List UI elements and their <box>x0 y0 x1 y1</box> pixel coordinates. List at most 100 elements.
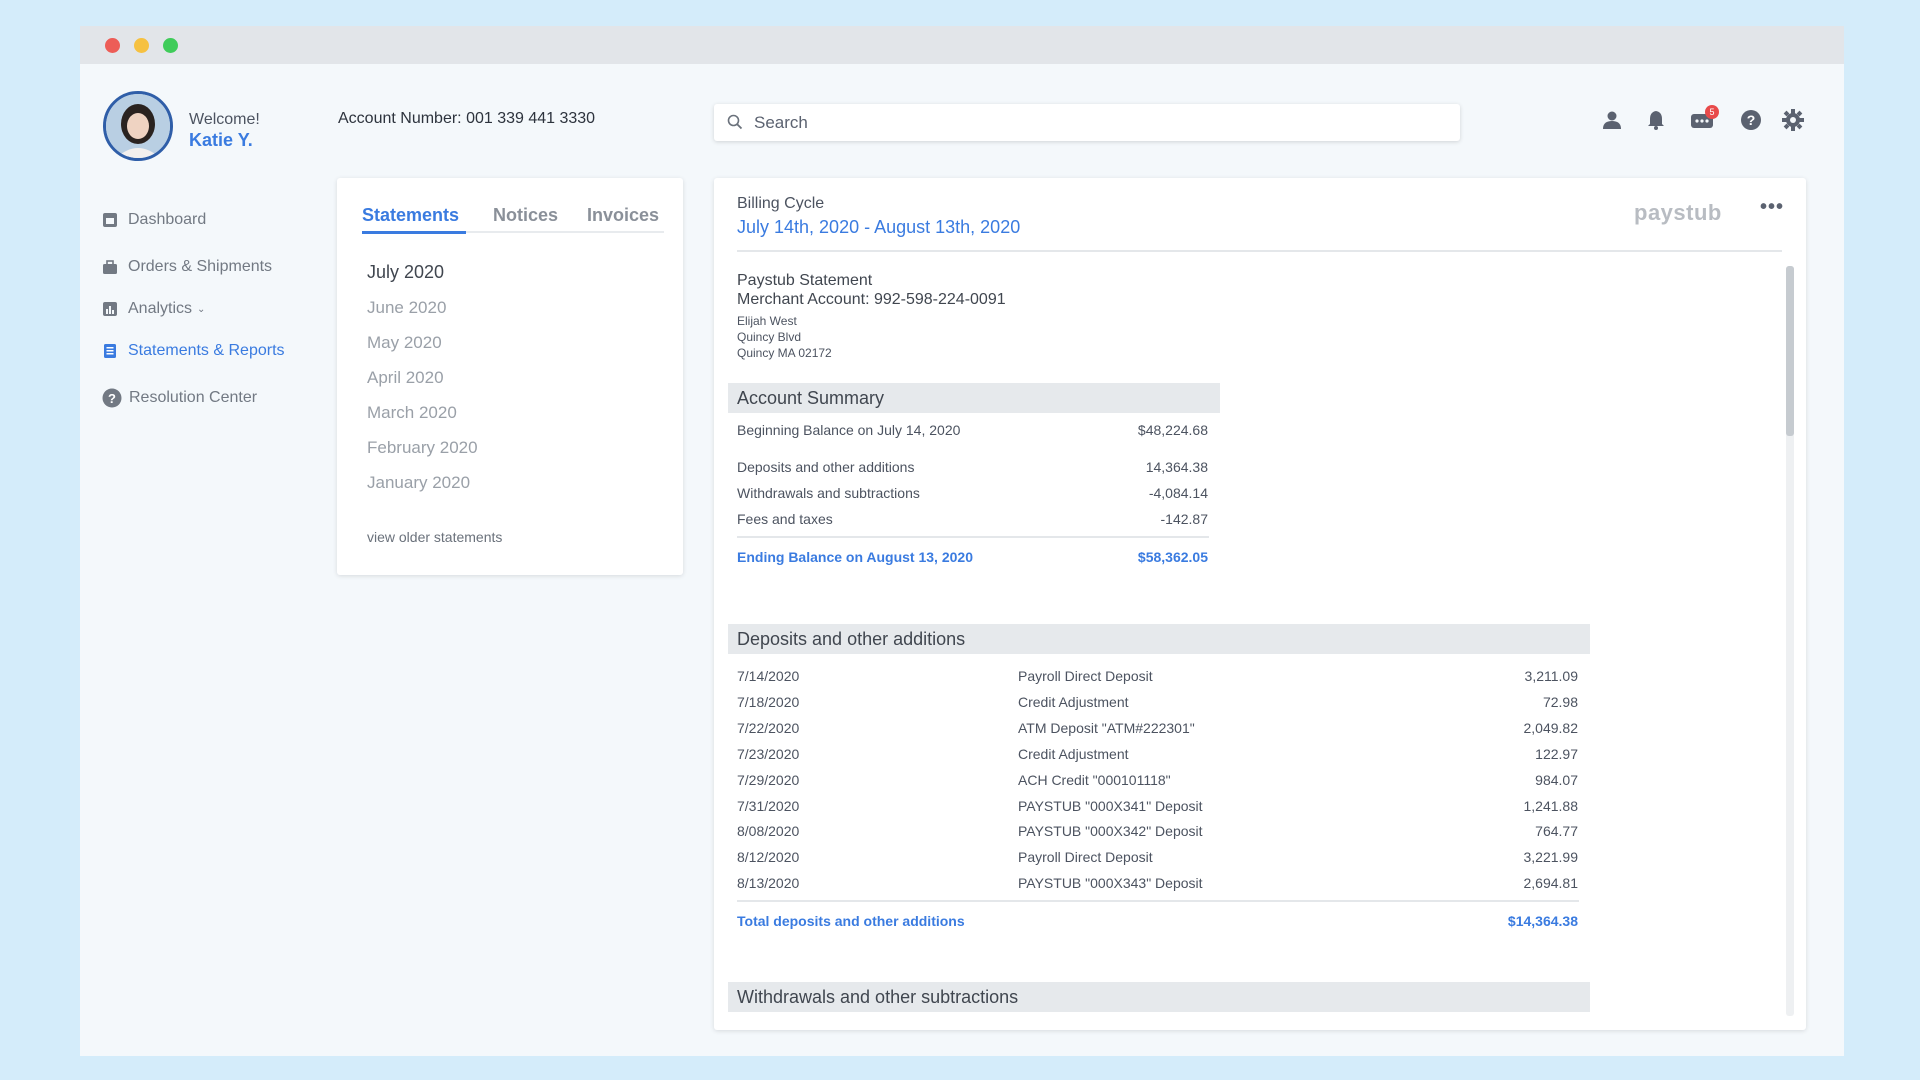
scrollbar-thumb[interactable] <box>1786 266 1794 436</box>
help-circle-icon: ? <box>102 388 122 408</box>
sidebar-item-label: Resolution Center <box>129 389 258 406</box>
deposit-description: Payroll Direct Deposit <box>1018 849 1153 865</box>
tab-invoices[interactable]: Invoices <box>587 205 659 226</box>
deposit-description: PAYSTUB "000X342" Deposit <box>1018 823 1203 839</box>
divider <box>737 536 1209 538</box>
beginning-balance-label: Beginning Balance on July 14, 2020 <box>737 422 961 438</box>
statements-list-card: Statements Notices Invoices July 2020 Ju… <box>337 178 683 575</box>
summary-row-value: 14,364.38 <box>1145 459 1208 475</box>
scrollbar[interactable] <box>1786 266 1794 1016</box>
account-number-label: Account Number: <box>338 110 462 127</box>
deposit-date: 7/29/2020 <box>737 772 800 788</box>
deposit-description: Payroll Direct Deposit <box>1018 668 1153 684</box>
statement-tabs: Statements Notices Invoices <box>362 197 664 234</box>
bell-icon[interactable] <box>1645 109 1671 135</box>
chart-icon <box>102 301 118 317</box>
deposit-date: 7/22/2020 <box>737 720 800 736</box>
welcome-text: Welcome! <box>189 111 260 128</box>
summary-row-label: Fees and taxes <box>737 511 833 527</box>
more-options-icon[interactable]: ••• <box>1760 196 1784 219</box>
month-item[interactable]: July 2020 <box>367 262 444 283</box>
svg-text:?: ? <box>108 391 116 406</box>
sidebar-item-analytics[interactable]: Analytics ⌄ <box>102 297 205 321</box>
tab-notices[interactable]: Notices <box>493 205 558 226</box>
deposit-amount: 3,211.09 <box>1524 668 1578 684</box>
billing-cycle-range: July 14th, 2020 - August 13th, 2020 <box>737 217 1021 237</box>
messages-icon[interactable]: 5 <box>1690 105 1719 135</box>
sidebar-item-statements[interactable]: Statements & Reports <box>102 339 285 363</box>
deposit-description: Credit Adjustment <box>1018 694 1129 710</box>
deposit-date: 8/13/2020 <box>737 875 800 891</box>
deposit-amount: 2,049.82 <box>1523 720 1579 736</box>
deposit-date: 8/08/2020 <box>737 823 800 839</box>
beginning-balance-value: $48,224.68 <box>1137 422 1208 438</box>
sidebar-item-resolution[interactable]: ? Resolution Center <box>102 386 257 410</box>
summary-row-label: Deposits and other additions <box>737 459 915 475</box>
billing-cycle-label: Billing Cycle <box>737 195 825 212</box>
deposit-date: 7/18/2020 <box>737 694 800 710</box>
sidebar-item-orders[interactable]: Orders & Shipments <box>102 255 272 279</box>
active-tab-indicator <box>362 231 466 234</box>
statement-card: Billing Cycle July 14th, 2020 - August 1… <box>714 178 1806 1030</box>
withdrawals-heading: Withdrawals and other subtractions <box>728 982 1590 1012</box>
title-bar <box>80 26 1844 64</box>
month-item[interactable]: January 2020 <box>367 473 470 493</box>
maximize-window-button[interactable] <box>163 38 178 53</box>
summary-row-value: -4,084.14 <box>1148 485 1208 501</box>
brand-logo: paystub <box>1634 200 1722 225</box>
sidebar-item-label: Dashboard <box>128 211 207 228</box>
month-item[interactable]: May 2020 <box>367 333 442 353</box>
deposit-amount: 3,221.99 <box>1523 849 1579 865</box>
deposit-amount: 2,694.81 <box>1523 875 1579 891</box>
avatar[interactable] <box>103 91 173 161</box>
user-name: Katie Y. <box>189 130 253 150</box>
month-item[interactable]: April 2020 <box>367 368 444 388</box>
summary-row-label: Withdrawals and subtractions <box>737 485 920 501</box>
ending-balance-value: $58,362.05 <box>1137 549 1208 565</box>
messages-badge: 5 <box>1705 105 1719 119</box>
app-window: Welcome! Katie Y. Account Number: 001 33… <box>80 26 1844 1056</box>
chevron-down-icon: ⌄ <box>197 303 206 315</box>
search-input[interactable] <box>754 104 1444 141</box>
deposit-description: ATM Deposit "ATM#222301" <box>1018 720 1195 736</box>
deposit-date: 7/31/2020 <box>737 798 800 814</box>
user-icon[interactable] <box>1601 109 1627 135</box>
tab-statements[interactable]: Statements <box>362 205 459 226</box>
month-item[interactable]: March 2020 <box>367 403 457 423</box>
briefcase-icon <box>102 259 118 275</box>
deposit-date: 7/14/2020 <box>737 668 800 684</box>
address-line: Quincy MA 02172 <box>737 346 832 360</box>
view-older-statements-link[interactable]: view older statements <box>367 529 502 545</box>
total-deposits-label: Total deposits and other additions <box>737 913 965 929</box>
deposit-amount: 764.77 <box>1535 823 1578 839</box>
help-icon[interactable]: ? <box>1740 109 1766 135</box>
month-item[interactable]: February 2020 <box>367 438 478 458</box>
account-number: Account Number: 001 339 441 3330 <box>338 110 595 128</box>
account-summary-heading: Account Summary <box>728 383 1220 413</box>
deposit-description: ACH Credit "000101118" <box>1018 772 1171 788</box>
sidebar-item-dashboard[interactable]: Dashboard <box>102 208 206 232</box>
close-window-button[interactable] <box>105 38 120 53</box>
month-item[interactable]: June 2020 <box>367 298 446 318</box>
sidebar-item-label: Analytics <box>128 300 193 317</box>
minimize-window-button[interactable] <box>134 38 149 53</box>
search-bar[interactable] <box>714 104 1460 141</box>
address-line: Elijah West <box>737 314 797 328</box>
sidebar-item-label: Statements & Reports <box>128 342 285 359</box>
statement-title: Paystub Statement <box>737 272 873 289</box>
search-icon <box>727 114 743 135</box>
divider <box>737 250 1782 252</box>
svg-text:?: ? <box>1747 112 1756 128</box>
divider <box>737 900 1579 902</box>
summary-row-value: -142.87 <box>1160 511 1208 527</box>
deposit-amount: 984.07 <box>1535 772 1578 788</box>
dashboard-icon <box>102 212 118 228</box>
address-line: Quincy Blvd <box>737 330 802 344</box>
gear-icon[interactable] <box>1782 109 1808 135</box>
document-icon <box>102 343 118 359</box>
deposit-description: PAYSTUB "000X341" Deposit <box>1018 798 1203 814</box>
deposit-description: PAYSTUB "000X343" Deposit <box>1018 875 1203 891</box>
deposits-heading: Deposits and other additions <box>728 624 1590 654</box>
sidebar-item-label: Orders & Shipments <box>128 258 273 275</box>
deposit-date: 8/12/2020 <box>737 849 800 865</box>
